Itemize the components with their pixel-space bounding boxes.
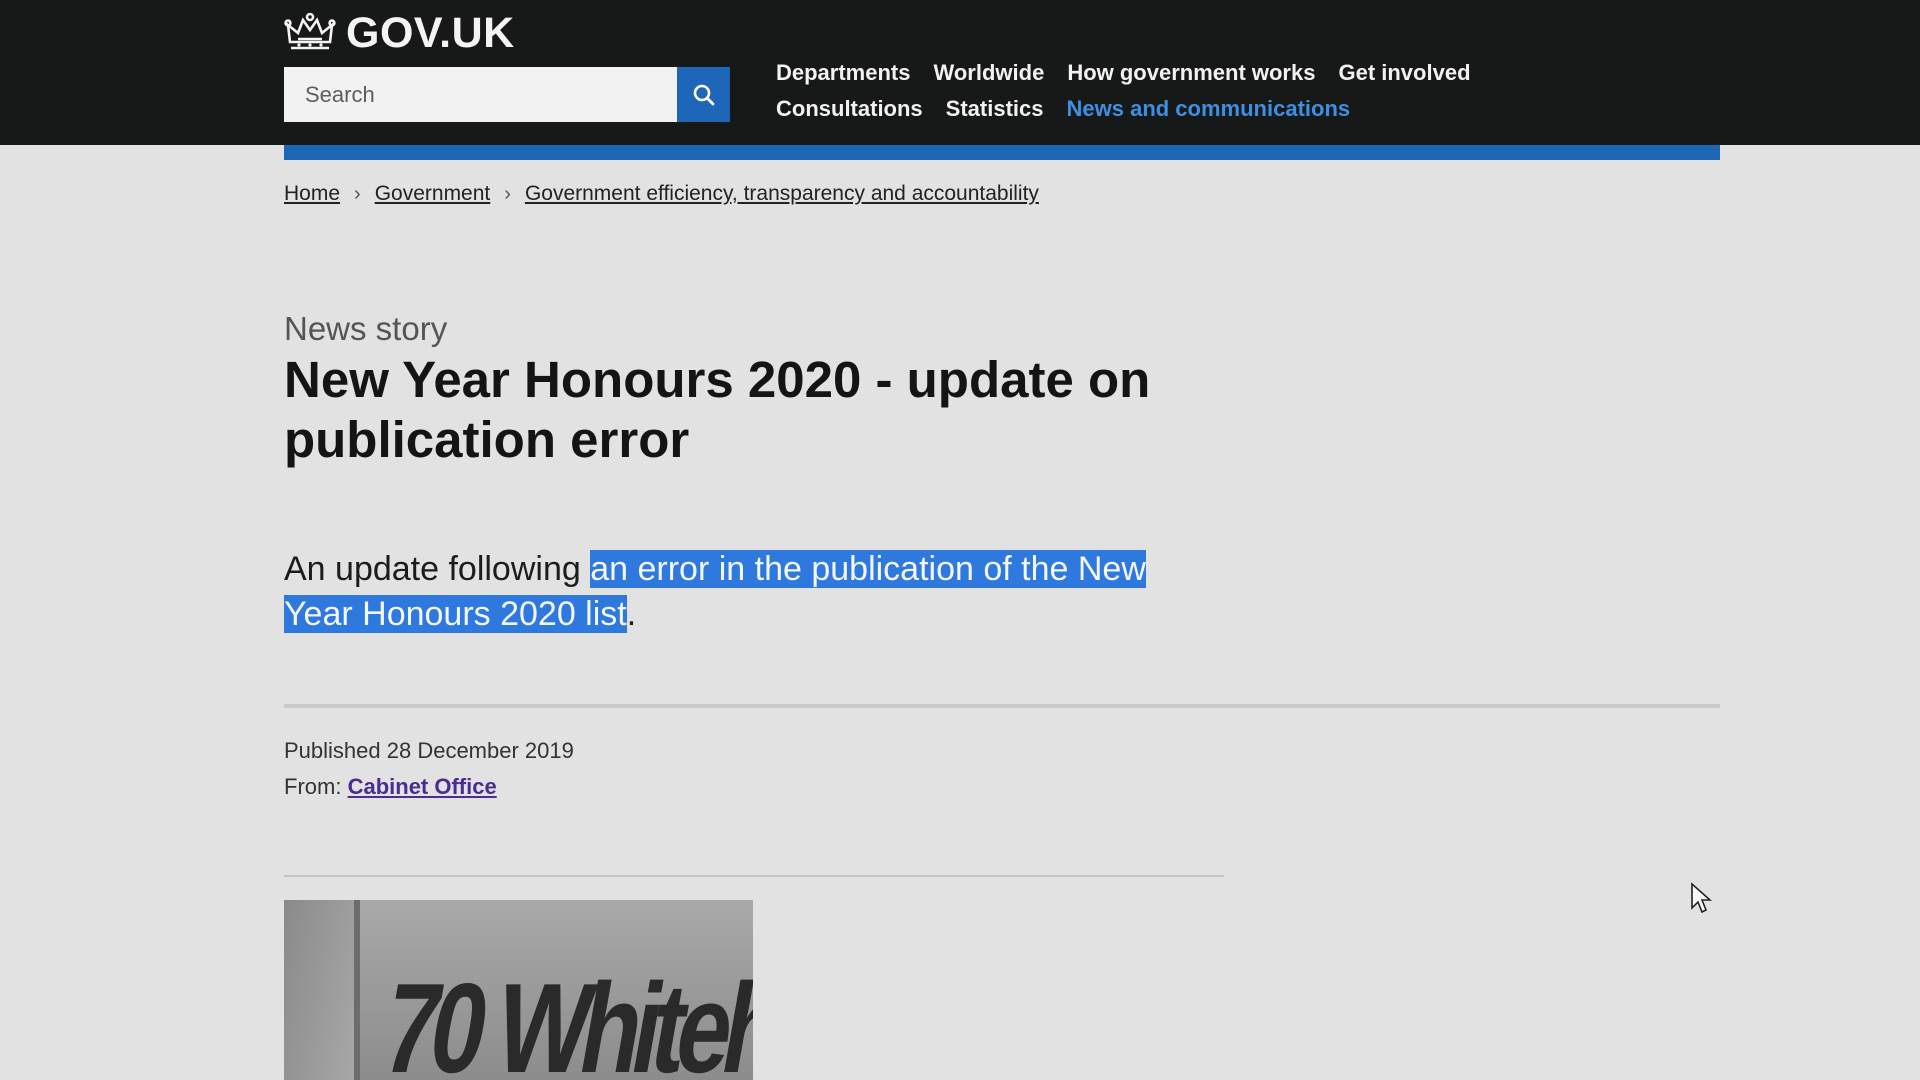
published-date: Published 28 December 2019 (284, 738, 574, 763)
divider (284, 704, 1720, 708)
from-line: From: Cabinet Office (284, 769, 574, 805)
crown-icon (284, 12, 336, 50)
breadcrumb: Home › Government › Government efficienc… (284, 182, 1039, 206)
nav-worldwide[interactable]: Worldwide (933, 60, 1044, 86)
article-summary[interactable]: An update following an error in the publ… (284, 547, 1204, 637)
breadcrumb-government[interactable]: Government (375, 182, 491, 206)
divider (284, 875, 1224, 877)
search-input[interactable] (284, 67, 677, 122)
organisation-link[interactable]: Cabinet Office (348, 774, 497, 799)
page-title: New Year Honours 2020 - update on public… (284, 351, 1151, 468)
chevron-right-icon: › (354, 182, 361, 205)
from-label: From: (284, 774, 342, 799)
summary-text-end: . (626, 595, 637, 633)
search-icon (693, 84, 714, 105)
article-image: 70 Whitehall (284, 900, 753, 1080)
article-type: News story (284, 310, 448, 347)
breadcrumb-home[interactable]: Home (284, 182, 340, 206)
search-button[interactable] (677, 67, 730, 122)
chevron-right-icon: › (504, 182, 511, 205)
nav-departments[interactable]: Departments (776, 60, 910, 86)
nav-how-government-works[interactable]: How government works (1067, 60, 1315, 86)
logo-text: GOV.UK (346, 8, 515, 57)
nav-consultations[interactable]: Consultations (776, 96, 923, 122)
nav-get-involved[interactable]: Get involved (1338, 60, 1470, 86)
nav-news-and-communications[interactable]: News and communications (1067, 96, 1351, 122)
breadcrumb-government-efficiency[interactable]: Government efficiency, transparency and … (525, 182, 1039, 206)
mouse-pointer-icon (1691, 882, 1712, 914)
summary-text: An update following (284, 550, 591, 588)
govuk-logo[interactable]: GOV.UK (284, 8, 515, 57)
image-sign-lettering: 70 Whitehall (373, 956, 753, 1080)
nav-statistics[interactable]: Statistics (946, 96, 1044, 122)
site-header: GOV.UK Departments Worldwide How governm… (0, 0, 1920, 145)
header-accent-bar (284, 145, 1720, 160)
main-navigation: Departments Worldwide How government wor… (776, 60, 1536, 122)
publication-metadata: Published 28 December 2019 From: Cabinet… (284, 733, 574, 805)
search-form (284, 67, 730, 122)
